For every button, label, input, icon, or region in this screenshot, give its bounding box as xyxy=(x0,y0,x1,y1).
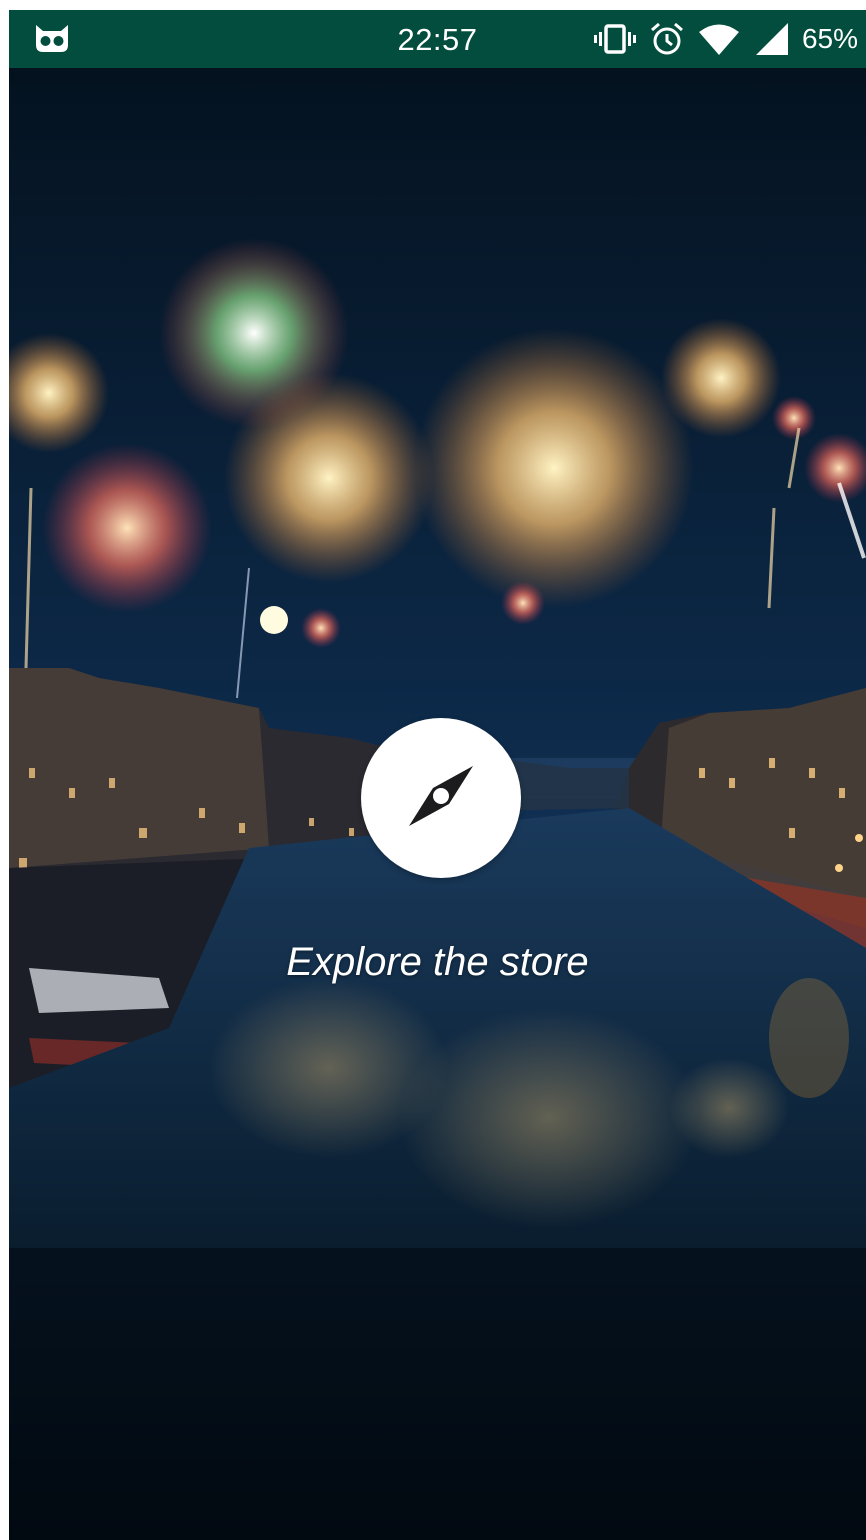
explore-compass-button[interactable] xyxy=(361,718,521,878)
vibrate-icon xyxy=(593,24,636,54)
compass-icon xyxy=(391,746,491,851)
wifi-icon xyxy=(698,23,740,55)
cell-signal-icon xyxy=(754,23,788,55)
phone-screen: 22:57 65% Explore the store xyxy=(9,10,866,1540)
status-icons: 65% xyxy=(593,22,858,56)
battery-level: 65% xyxy=(801,23,858,54)
alarm-icon xyxy=(650,22,684,56)
status-bar: 22:57 65% xyxy=(9,10,866,68)
explore-caption: Explore the store xyxy=(286,940,589,984)
